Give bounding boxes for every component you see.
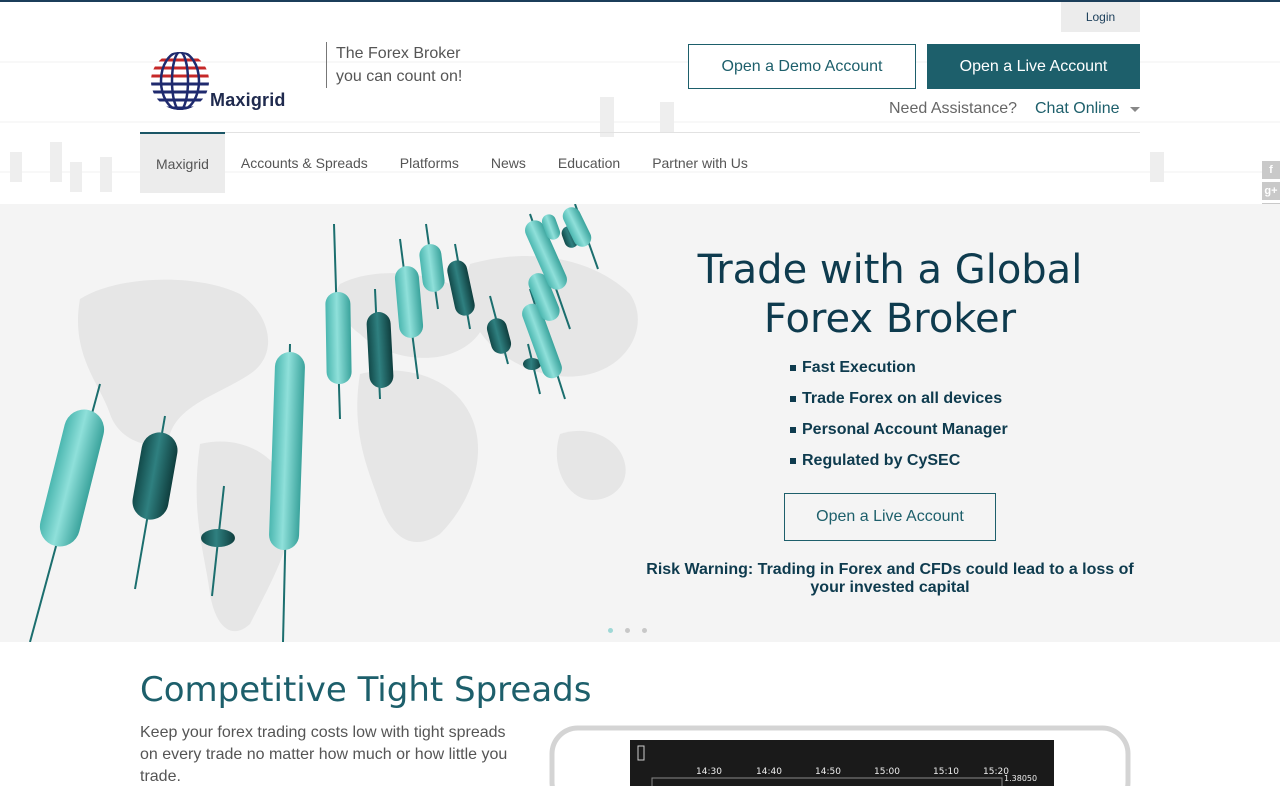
risk-warning: Risk Warning: Trading in Forex and CFDs …	[646, 561, 1134, 596]
login-button[interactable]: Login	[1061, 2, 1140, 32]
time-label: 15:10	[933, 767, 959, 777]
tagline: The Forex Broker you can count on!	[336, 45, 463, 85]
section-text: Keep your forex trading costs low with t…	[140, 724, 508, 785]
hero-feature-list: Fast Execution Trade Forex on all device…	[790, 359, 1008, 483]
hero-title: Trade with a Global Forex Broker	[697, 247, 1083, 342]
open-live-account-button[interactable]: Open a Live Account	[927, 44, 1140, 89]
nav-item-accounts-spreads[interactable]: Accounts & Spreads	[225, 132, 384, 193]
price-label: 1.38050	[1004, 774, 1037, 783]
bullet-icon	[790, 458, 796, 464]
list-item: Personal Account Manager	[790, 421, 1008, 452]
slider-dots	[608, 628, 647, 633]
chevron-down-icon[interactable]	[1130, 107, 1140, 112]
google-plus-icon[interactable]: g+	[1262, 182, 1280, 200]
chat-online-link[interactable]: Chat Online	[1035, 100, 1120, 118]
open-demo-account-button[interactable]: Open a Demo Account	[688, 44, 916, 89]
tablet-chart-image: 14:30 14:40 14:50 15:00 15:10 15:20 1.38…	[549, 725, 1131, 786]
time-label: 15:00	[874, 767, 900, 777]
bullet-icon	[790, 365, 796, 371]
nav-item-maxigrid[interactable]: Maxigrid	[140, 132, 225, 193]
bullet-icon	[790, 427, 796, 433]
nav-item-news[interactable]: News	[475, 132, 542, 193]
list-item: Trade Forex on all devices	[790, 390, 1008, 421]
nav-item-education[interactable]: Education	[542, 132, 636, 193]
bullet-icon	[790, 396, 796, 402]
nav-item-partner-with-us[interactable]: Partner with Us	[636, 132, 764, 193]
hero-banner: Trade with a Global Forex Broker Fast Ex…	[0, 204, 1280, 642]
facebook-icon[interactable]: f	[1262, 161, 1280, 179]
list-item: Regulated by CySEC	[790, 452, 1008, 483]
list-item: Fast Execution	[790, 359, 1008, 390]
tagline-divider	[326, 42, 327, 88]
slider-dot[interactable]	[642, 628, 647, 633]
time-label: 14:30	[696, 767, 722, 777]
hero-open-live-account-button[interactable]: Open a Live Account	[784, 493, 996, 541]
nav-item-platforms[interactable]: Platforms	[384, 132, 475, 193]
time-label: 14:40	[756, 767, 782, 777]
slider-dot[interactable]	[625, 628, 630, 633]
slider-dot[interactable]	[608, 628, 613, 633]
section-title: Competitive Tight Spreads	[140, 670, 592, 710]
need-assistance-label: Need Assistance?	[889, 100, 1018, 117]
logo-text: Maxigrid	[210, 90, 286, 110]
main-nav: Maxigrid Accounts & Spreads Platforms Ne…	[140, 132, 764, 193]
time-label: 14:50	[815, 767, 841, 777]
